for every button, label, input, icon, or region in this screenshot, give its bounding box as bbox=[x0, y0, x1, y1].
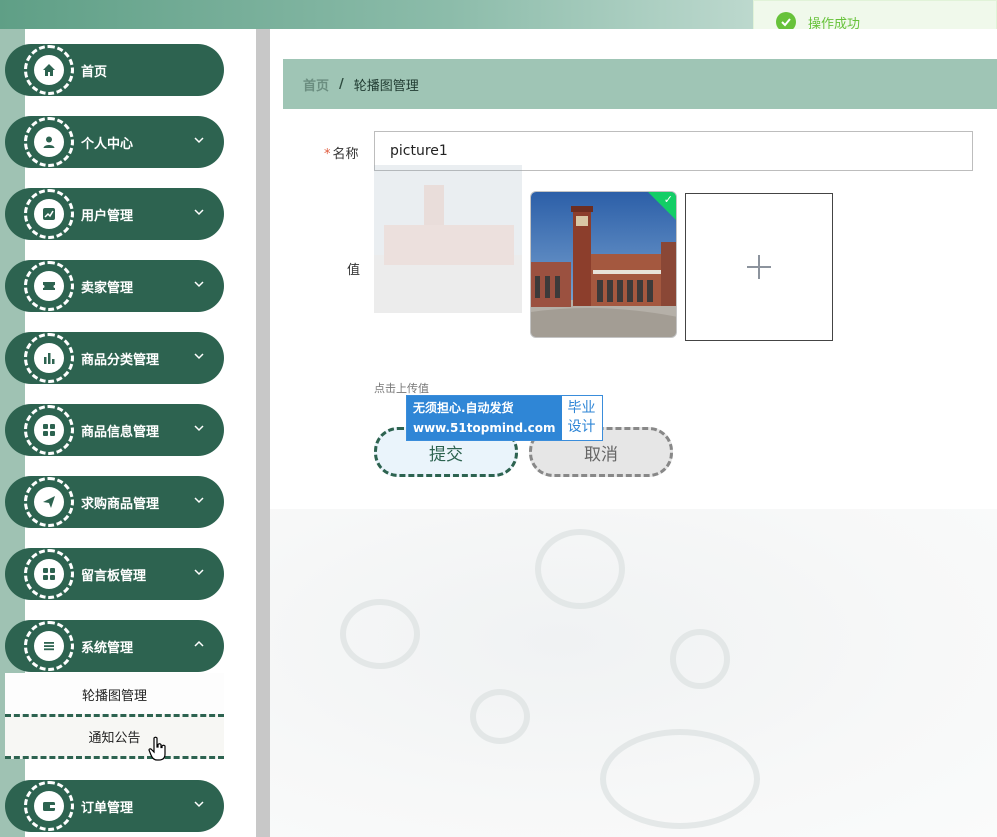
chevron-down-icon bbox=[194, 281, 204, 288]
menu-icon-frame bbox=[24, 261, 74, 311]
building-image bbox=[531, 192, 676, 337]
watermark-right2: 设计 bbox=[567, 419, 596, 435]
background-drop bbox=[470, 689, 530, 744]
grid-icon bbox=[34, 559, 64, 589]
background-drop bbox=[670, 629, 730, 689]
submenu-item-notice[interactable]: 通知公告 bbox=[5, 714, 224, 759]
sidebar-item-order-management[interactable]: 订单管理 bbox=[5, 780, 224, 832]
menu-icon-frame bbox=[24, 621, 74, 671]
sidebar-item-label: 订单管理 bbox=[81, 800, 134, 816]
sidebar-item-label: 商品信息管理 bbox=[81, 424, 160, 440]
sidebar-item-label: 个人中心 bbox=[81, 136, 134, 152]
chevron-down-icon bbox=[194, 353, 204, 360]
grid-icon bbox=[34, 415, 64, 445]
submenu-item-label: 通知公告 bbox=[88, 731, 141, 746]
watermark-line2: www.51topmind.com bbox=[413, 421, 556, 435]
upload-tip: 点击上传值 bbox=[374, 382, 429, 395]
ticket-icon bbox=[34, 271, 64, 301]
check-icon: ✓ bbox=[663, 193, 673, 206]
sidebar-item-category-management[interactable]: 商品分类管理 bbox=[5, 332, 224, 384]
sidebar-item-wanted-management[interactable]: 求购商品管理 bbox=[5, 476, 224, 528]
sidebar-item-seller-management[interactable]: 卖家管理 bbox=[5, 260, 224, 312]
sidebar-item-user-management[interactable]: 用户管理 bbox=[5, 188, 224, 240]
breadcrumb: 首页 / 轮播图管理 bbox=[283, 59, 997, 109]
sidebar-item-label: 系统管理 bbox=[81, 640, 134, 656]
sidebar-item-label: 卖家管理 bbox=[81, 280, 134, 296]
name-field-label: * 名称 bbox=[324, 143, 359, 162]
bar-chart-icon bbox=[34, 343, 64, 373]
watermark-right: 毕业 设计 bbox=[562, 396, 602, 440]
breadcrumb-home[interactable]: 首页 bbox=[303, 75, 329, 94]
menu-icon-frame bbox=[24, 45, 74, 95]
drag-ghost-image bbox=[374, 165, 522, 313]
watermark-badge: 无须担心.自动发货 www.51topmind.com 毕业 设计 bbox=[406, 395, 603, 441]
main-content: 首页 / 轮播图管理 *名称 值 bbox=[270, 29, 997, 837]
sidebar-item-label: 留言板管理 bbox=[81, 568, 147, 584]
background-drop bbox=[535, 529, 625, 609]
chevron-up-icon bbox=[194, 640, 204, 647]
menu-icon-frame bbox=[24, 405, 74, 455]
chevron-down-icon bbox=[194, 569, 204, 576]
sidebar-item-label: 商品分类管理 bbox=[81, 352, 160, 368]
send-icon bbox=[34, 487, 64, 517]
sidebar-item-product-management[interactable]: 商品信息管理 bbox=[5, 404, 224, 456]
required-mark: * bbox=[324, 147, 331, 162]
value-field-label: 值 bbox=[347, 263, 361, 278]
sidebar-menu: 首页 个人中心 用户管理 卖家管理 商品分类管理 商品信息管理 求购商品管理 留… bbox=[0, 29, 256, 837]
watermark-right1: 毕业 bbox=[567, 400, 596, 416]
chart-line-icon bbox=[34, 199, 64, 229]
chevron-down-icon bbox=[194, 425, 204, 432]
plus-icon bbox=[747, 255, 771, 279]
sidebar-item-system-management[interactable]: 系统管理 bbox=[5, 620, 224, 672]
chevron-down-icon bbox=[194, 497, 204, 504]
name-label-text: 名称 bbox=[332, 147, 359, 162]
chevron-down-icon bbox=[194, 137, 204, 144]
submenu-item-label: 轮播图管理 bbox=[81, 688, 147, 704]
home-icon bbox=[34, 55, 64, 85]
wallet-icon bbox=[34, 791, 64, 821]
menu-icon-frame bbox=[24, 333, 74, 383]
sidebar-item-label: 用户管理 bbox=[81, 208, 134, 224]
chevron-down-icon bbox=[194, 209, 204, 216]
menu-icon-frame bbox=[24, 549, 74, 599]
menu-icon-frame bbox=[24, 189, 74, 239]
list-icon bbox=[34, 631, 64, 661]
sidebar-item-personal-center[interactable]: 个人中心 bbox=[5, 116, 224, 168]
menu-icon-frame bbox=[24, 781, 74, 831]
background-pattern bbox=[270, 509, 997, 837]
watermark-left: 无须担心.自动发货 www.51topmind.com bbox=[407, 396, 562, 440]
sidebar-item-label: 首页 bbox=[81, 64, 108, 80]
background-drop bbox=[340, 599, 420, 669]
breadcrumb-current: 轮播图管理 bbox=[353, 78, 419, 94]
menu-icon-frame bbox=[24, 477, 74, 527]
hand-pointer-icon bbox=[148, 736, 166, 761]
menu-icon-frame bbox=[24, 117, 74, 167]
sidebar-item-message-board[interactable]: 留言板管理 bbox=[5, 548, 224, 600]
submenu-item-carousel[interactable]: 轮播图管理 bbox=[5, 673, 224, 715]
user-icon bbox=[34, 127, 64, 157]
uploaded-image-thumbnail[interactable]: ✓ bbox=[530, 191, 677, 338]
breadcrumb-separator: / bbox=[339, 76, 344, 92]
chevron-down-icon bbox=[194, 801, 204, 808]
sidebar-item-home[interactable]: 首页 bbox=[5, 44, 224, 96]
background-drop bbox=[600, 729, 760, 829]
sidebar-item-label: 求购商品管理 bbox=[81, 496, 160, 512]
upload-button[interactable] bbox=[685, 193, 833, 341]
sidebar-divider bbox=[256, 29, 270, 837]
watermark-line1: 无须担心.自动发货 bbox=[413, 401, 514, 415]
